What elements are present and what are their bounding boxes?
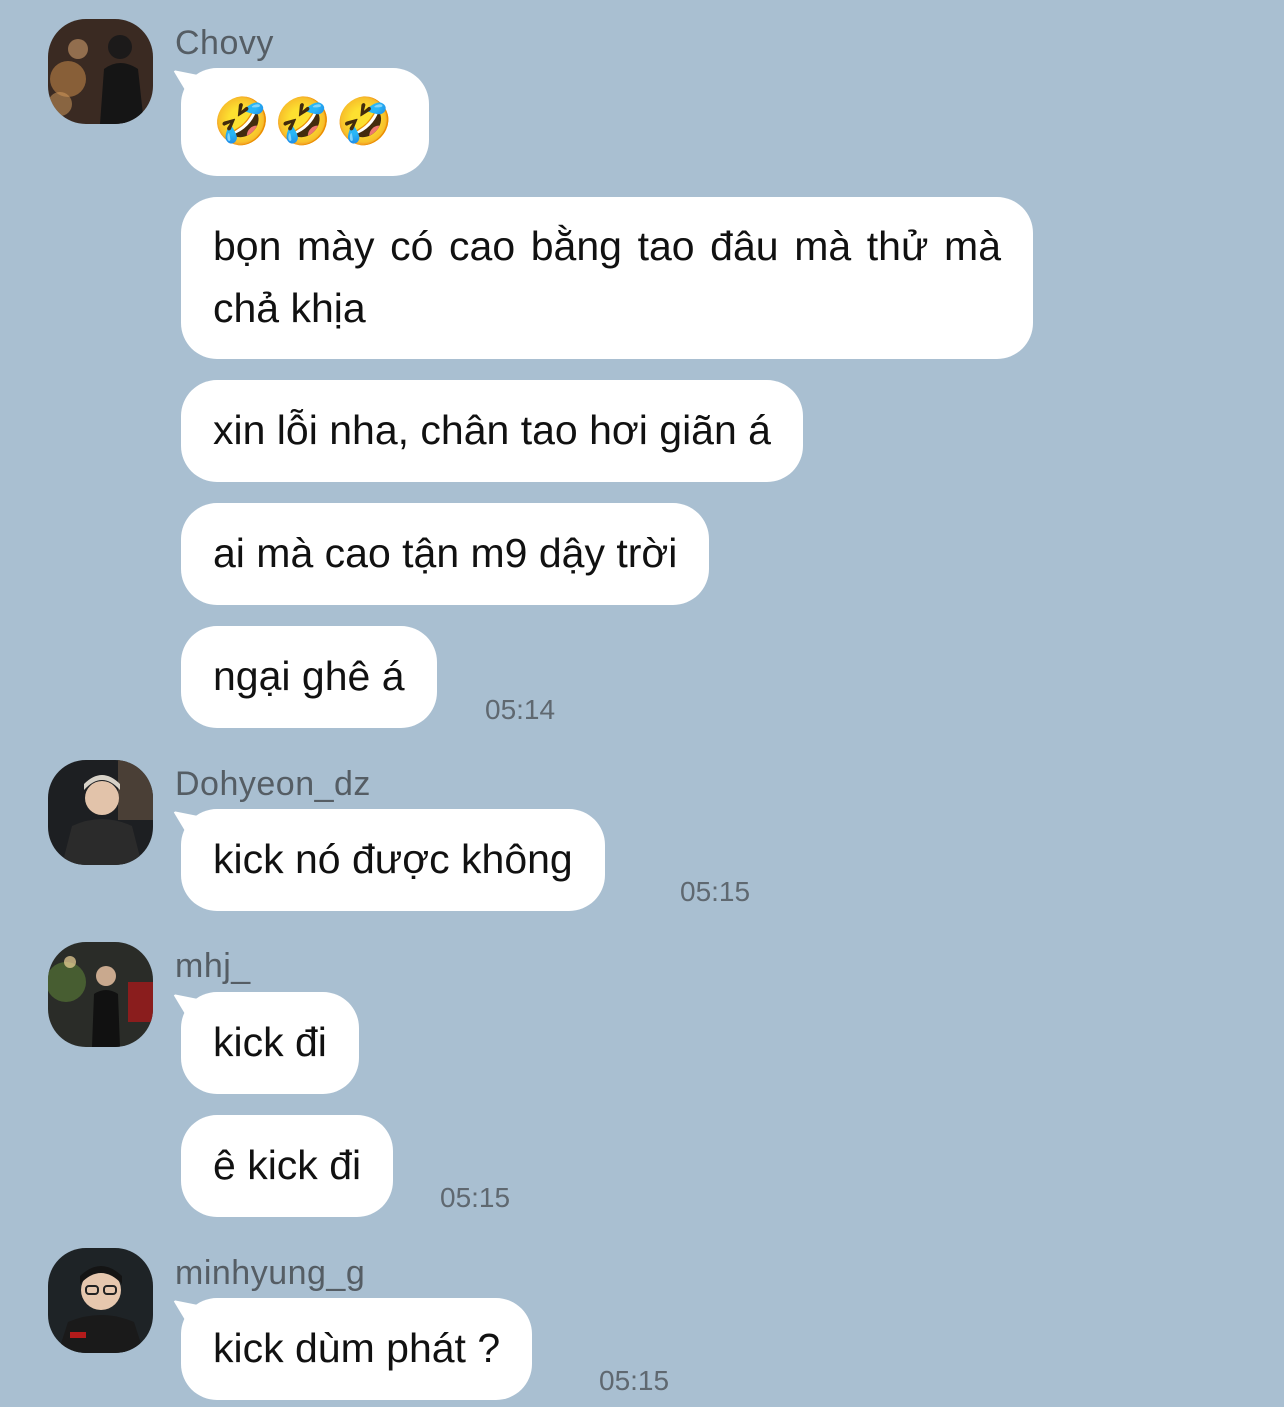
avatar-mhj[interactable] bbox=[48, 942, 153, 1047]
avatar-photo-dohyeon-icon bbox=[48, 760, 153, 865]
message-bubble[interactable]: kick dùm phát ? bbox=[181, 1298, 533, 1400]
message-text: ngại ghê á bbox=[213, 653, 405, 699]
message-timestamp: 05:14 bbox=[485, 694, 556, 725]
avatar-minhyung[interactable] bbox=[48, 1248, 153, 1353]
message-bubble[interactable]: ngại ghê á bbox=[181, 626, 437, 728]
message-text: ê kick đi bbox=[213, 1142, 362, 1188]
message-timestamp: 05:15 bbox=[680, 876, 751, 907]
message-text: xin lỗi nha, chân tao hơi giãn á bbox=[213, 407, 771, 453]
message-bubble[interactable]: 🤣🤣🤣 bbox=[181, 68, 429, 176]
message-timestamp: 05:15 bbox=[599, 1365, 670, 1396]
message-timestamp: 05:15 bbox=[440, 1182, 511, 1213]
message-text: kick dùm phát ? bbox=[213, 1325, 501, 1371]
message-bubble[interactable]: kick đi bbox=[181, 992, 359, 1094]
sender-name: mhj_ bbox=[175, 947, 251, 985]
message-bubble[interactable]: kick nó được không bbox=[181, 809, 605, 911]
message-bubble[interactable]: xin lỗi nha, chân tao hơi giãn á bbox=[181, 380, 803, 482]
sender-name: Dohyeon_dz bbox=[175, 765, 371, 803]
message-bubble[interactable]: ê kick đi bbox=[181, 1115, 394, 1217]
avatar-dohyeon[interactable] bbox=[48, 760, 153, 865]
avatar-chovy[interactable] bbox=[48, 19, 153, 124]
sender-name: minhyung_g bbox=[175, 1254, 366, 1292]
message-text: ai mà cao tận m9 dậy trời bbox=[213, 530, 678, 576]
message-bubble[interactable]: ai mà cao tận m9 dậy trời bbox=[181, 503, 710, 605]
avatar-photo-minhyung-icon bbox=[48, 1248, 153, 1353]
emoji-text: 🤣🤣🤣 bbox=[213, 95, 397, 147]
message-text: kick nó được không bbox=[213, 836, 573, 882]
avatar-photo-mhj-icon bbox=[48, 942, 153, 1047]
message-bubble[interactable]: bọn mày có cao bằng tao đâu mà thử mà ch… bbox=[181, 197, 1033, 359]
message-text: kick đi bbox=[213, 1019, 327, 1065]
sender-name: Chovy bbox=[175, 24, 274, 62]
message-text: bọn mày có cao bằng tao đâu mà thử mà ch… bbox=[213, 223, 1001, 331]
avatar-photo-chovy-icon bbox=[48, 19, 153, 124]
